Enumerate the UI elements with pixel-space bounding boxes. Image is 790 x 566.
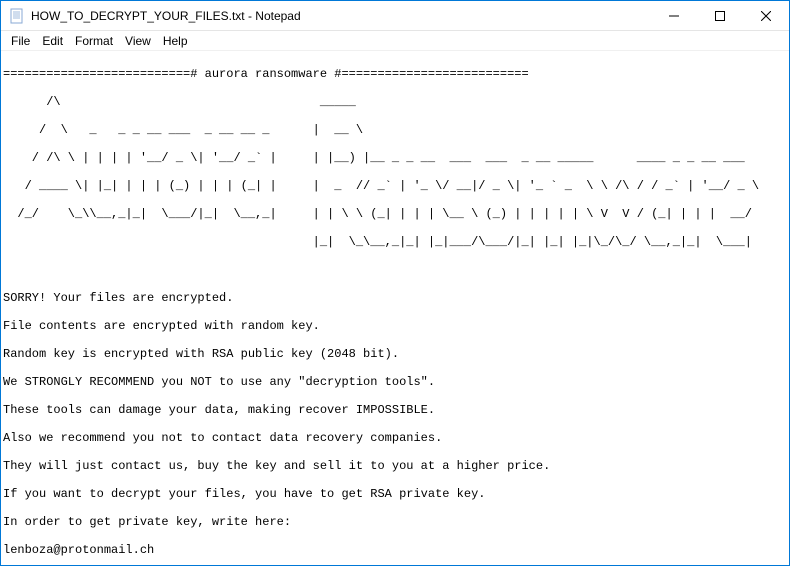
body-text (3, 263, 787, 277)
body-text: Also we recommend you not to contact dat… (3, 431, 787, 445)
content-header: ==========================# aurora ranso… (3, 67, 787, 81)
window-controls (651, 1, 789, 30)
ascii-art: |_| \_\__,_|_| |_|___/\___/|_| |_| |_|\_… (3, 235, 787, 249)
menubar: File Edit Format View Help (1, 31, 789, 51)
ascii-art: / ____ \| |_| | | | (_) | | | (_| | | _ … (3, 179, 787, 193)
body-text: lenboza@protonmail.ch (3, 543, 787, 557)
menu-view[interactable]: View (119, 32, 157, 50)
body-text: File contents are encrypted with random … (3, 319, 787, 333)
body-text: Random key is encrypted with RSA public … (3, 347, 787, 361)
body-text: We STRONGLY RECOMMEND you NOT to use any… (3, 375, 787, 389)
maximize-button[interactable] (697, 1, 743, 30)
notepad-icon (9, 8, 25, 24)
body-text: SORRY! Your files are encrypted. (3, 291, 787, 305)
ascii-art: /_/ \_\\__,_|_| \___/|_| \__,_| | | \ \ … (3, 207, 787, 221)
body-text: If you want to decrypt your files, you h… (3, 487, 787, 501)
minimize-button[interactable] (651, 1, 697, 30)
menu-edit[interactable]: Edit (36, 32, 69, 50)
menu-format[interactable]: Format (69, 32, 119, 50)
titlebar: HOW_TO_DECRYPT_YOUR_FILES.txt - Notepad (1, 1, 789, 31)
ascii-art: / \ _ _ _ __ ___ _ __ __ _ | __ \ (3, 123, 787, 137)
window-title: HOW_TO_DECRYPT_YOUR_FILES.txt - Notepad (31, 9, 651, 23)
body-text: They will just contact us, buy the key a… (3, 459, 787, 473)
close-button[interactable] (743, 1, 789, 30)
body-text: In order to get private key, write here: (3, 515, 787, 529)
text-content[interactable]: ==========================# aurora ranso… (1, 51, 789, 565)
body-text: These tools can damage your data, making… (3, 403, 787, 417)
ascii-art: /\ _____ (3, 95, 787, 109)
menu-help[interactable]: Help (157, 32, 194, 50)
menu-file[interactable]: File (5, 32, 36, 50)
ascii-art: / /\ \ | | | | '__/ _ \| '__/ _` | | |__… (3, 151, 787, 165)
